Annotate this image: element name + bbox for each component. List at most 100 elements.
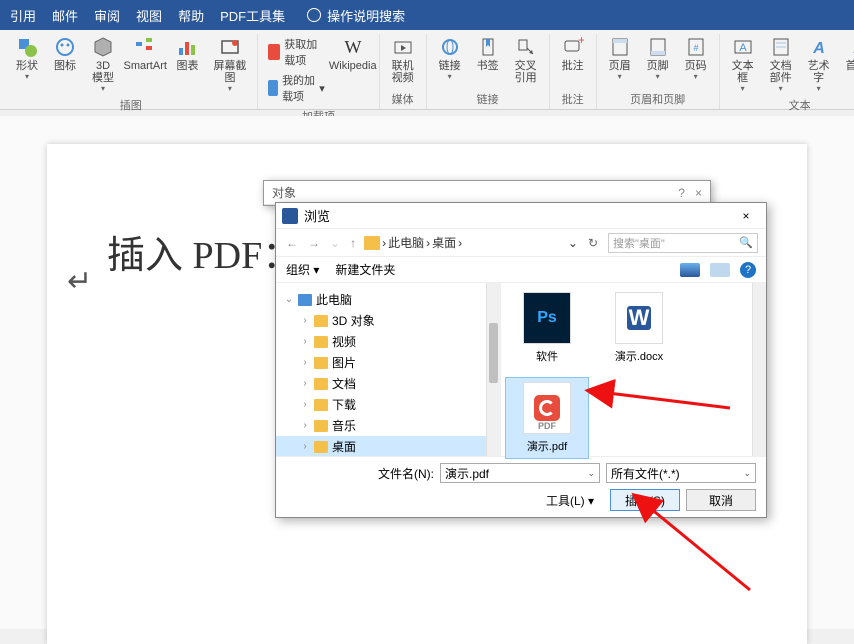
ribbon: 形状 ▾ 图标 3D 模型 ▾ SmartArt 图表 屏 (0, 30, 854, 110)
menu-item[interactable]: PDF工具集 (220, 6, 285, 25)
pagenum-button[interactable]: # 页码 ▾ (679, 34, 713, 83)
menu-item[interactable]: 审阅 (94, 6, 120, 25)
tree-item[interactable]: ›音乐 (276, 415, 500, 436)
header-icon (609, 36, 631, 58)
tree-item[interactable]: ›视频 (276, 331, 500, 352)
refresh-button[interactable]: ↻ (584, 236, 602, 250)
menu-item[interactable]: 邮件 (52, 6, 78, 25)
comment-button[interactable]: + 批注 (556, 34, 590, 74)
expand-icon[interactable]: › (300, 441, 310, 452)
file-item-docx[interactable]: 演示.docx (597, 287, 681, 369)
expand-icon[interactable]: › (300, 378, 310, 389)
expand-icon[interactable]: › (300, 420, 310, 431)
3dmodel-button[interactable]: 3D 模型 ▾ (86, 34, 120, 95)
browse-toolbar: 组织 ▾ 新建文件夹 ? (276, 257, 766, 283)
ps-icon (523, 292, 571, 344)
tree-item-desktop[interactable]: ›桌面 (276, 436, 500, 456)
path-bar[interactable]: › 此电脑 › 桌面 › ⌄ (364, 234, 578, 251)
filename-input[interactable]: 演示.pdf ⌄ (440, 463, 600, 483)
view-icon[interactable] (680, 263, 700, 277)
ribbon-group-text: A 文本框 ▾ 文档部件 ▾ A 艺术字 ▾ A 首字 文本 (720, 34, 854, 109)
help-button[interactable]: ? (678, 186, 685, 200)
cube-icon (92, 36, 114, 58)
search-placeholder: 搜索"桌面" (613, 235, 665, 251)
bulb-icon (307, 8, 321, 22)
close-button[interactable]: × (732, 206, 760, 226)
cancel-button[interactable]: 取消 (686, 489, 756, 511)
path-segment[interactable]: 桌面 (432, 234, 456, 251)
group-label: 链接 (477, 89, 499, 109)
paragraph-mark-icon: ↵ (67, 264, 92, 299)
file-item-folder[interactable]: 软件 (505, 287, 589, 369)
path-segment[interactable]: 此电脑 (388, 234, 424, 251)
tree-item-thispc[interactable]: ⌄ 此电脑 (276, 289, 500, 310)
folder-icon (314, 420, 328, 432)
insert-button[interactable]: 插入(S) (610, 489, 680, 511)
screenshot-button[interactable]: 屏幕截图 ▾ (208, 34, 251, 95)
header-button[interactable]: 页眉 ▾ (603, 34, 637, 83)
chevron-down-icon[interactable]: ⌄ (328, 236, 342, 250)
wikipedia-icon: W (342, 36, 364, 58)
organize-button[interactable]: 组织 ▾ (286, 261, 319, 278)
bookmark-button[interactable]: 书签 (471, 34, 505, 74)
folder-tree: ⌄ 此电脑 ›3D 对象 ›视频 ›图片 ›文档 ›下载 ›音乐 ›桌面 (276, 283, 501, 456)
ribbon-group-media: 联机视频 媒体 (380, 34, 427, 109)
path-dropdown-icon[interactable]: ⌄ (568, 236, 578, 250)
forward-button[interactable]: → (306, 236, 322, 250)
folder-icon (314, 336, 328, 348)
files-scrollbar[interactable] (752, 283, 766, 456)
wikipedia-button[interactable]: W Wikipedia (333, 34, 373, 74)
link-button[interactable]: 链接 ▾ (433, 34, 467, 83)
pdf-icon: PDF (523, 382, 571, 434)
svg-text:A: A (739, 42, 747, 54)
smartart-button[interactable]: SmartArt (124, 34, 166, 74)
back-button[interactable]: ← (284, 236, 300, 250)
shapes-button[interactable]: 形状 ▾ (10, 34, 44, 83)
close-button[interactable]: × (695, 186, 702, 200)
get-addins-button[interactable]: 获取加载项 (268, 36, 324, 68)
wordart-button[interactable]: A 艺术字 ▾ (802, 34, 836, 95)
crossref-button[interactable]: 交叉引用 (509, 34, 543, 86)
tree-item[interactable]: ›3D 对象 (276, 310, 500, 331)
menu-item[interactable]: 引用 (10, 6, 36, 25)
expand-icon[interactable]: ⌄ (284, 294, 294, 305)
tree-item[interactable]: ›图片 (276, 352, 500, 373)
dropcap-button[interactable]: A 首字 (840, 34, 854, 74)
chart-button[interactable]: 图表 (170, 34, 204, 74)
chevron-down-icon[interactable]: ⌄ (587, 468, 595, 479)
footer-button[interactable]: 页脚 ▾ (641, 34, 675, 83)
expand-icon[interactable]: › (300, 399, 310, 410)
docparts-button[interactable]: 文档部件 ▾ (764, 34, 798, 95)
scrollbar-thumb[interactable] (489, 323, 498, 383)
my-addins-button[interactable]: 我的加载项 ▾ (268, 72, 324, 104)
tree-scrollbar[interactable] (486, 283, 500, 456)
files-pane[interactable]: 软件 演示.docx PDF 演示.pdf (501, 283, 766, 456)
menu-item[interactable]: 帮助 (178, 6, 204, 25)
browse-title: 浏览 (304, 206, 330, 225)
tree-item[interactable]: ›文档 (276, 373, 500, 394)
expand-icon[interactable]: › (300, 357, 310, 368)
chevron-down-icon[interactable]: ⌄ (743, 468, 751, 479)
newfolder-button[interactable]: 新建文件夹 (335, 261, 395, 278)
browse-titlebar[interactable]: 浏览 × (276, 203, 766, 229)
expand-icon[interactable]: › (300, 336, 310, 347)
pc-icon (298, 294, 312, 306)
file-item-pdf[interactable]: PDF 演示.pdf (505, 377, 589, 459)
textbox-icon: A (732, 36, 754, 58)
tree-item[interactable]: ›下载 (276, 394, 500, 415)
search-input[interactable]: 搜索"桌面" 🔍 (608, 233, 758, 253)
chart-icon (176, 36, 198, 58)
preview-icon[interactable] (710, 263, 730, 277)
help-search[interactable]: 操作说明搜索 (307, 6, 405, 25)
expand-icon[interactable]: › (300, 315, 310, 326)
crossref-icon (515, 36, 537, 58)
tools-button[interactable]: 工具(L) ▾ (546, 492, 594, 509)
help-icon[interactable]: ? (740, 262, 756, 278)
svg-text:A: A (812, 40, 825, 57)
icons-button[interactable]: 图标 (48, 34, 82, 74)
menu-item[interactable]: 视图 (136, 6, 162, 25)
filetype-select[interactable]: 所有文件(*.*) ⌄ (606, 463, 756, 483)
textbox-button[interactable]: A 文本框 ▾ (726, 34, 760, 95)
online-video-button[interactable]: 联机视频 (386, 34, 420, 86)
up-button[interactable]: ↑ (348, 236, 358, 250)
